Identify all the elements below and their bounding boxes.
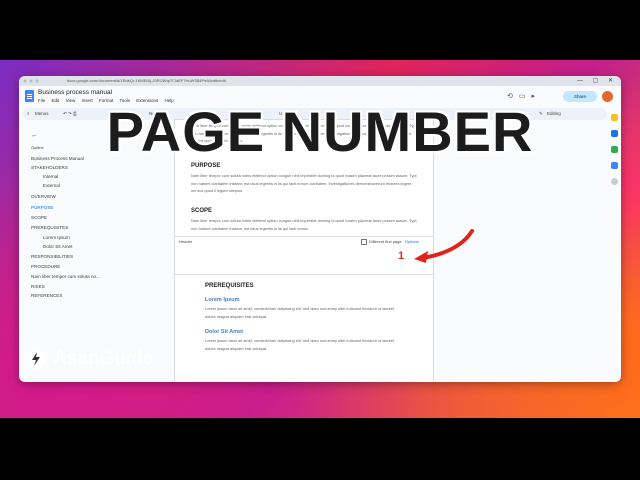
outline-item[interactable]: PURPOSE (31, 205, 53, 210)
outline-item[interactable]: Dolor Sit Amet (43, 244, 72, 249)
brand-logo-icon (26, 349, 46, 369)
purpose-paragraph: Nam liber tempor cum soluta nobis eleife… (191, 173, 417, 193)
window-controls[interactable]: — ▢ ✕ (577, 77, 617, 84)
page-number: 1 (398, 250, 405, 262)
outline-item[interactable]: RISKS (31, 284, 45, 289)
header-label: Header (179, 239, 193, 244)
address-bar[interactable]: docs.google.com/document/d/1RdkQr-1KMEfA… (67, 78, 226, 83)
outline-item[interactable]: SCOPE (31, 215, 47, 220)
add-on-icon[interactable] (611, 178, 618, 185)
lorem-paragraph: Lorem ipsum dolor sit amet, consectetuer… (205, 306, 395, 319)
outline-item[interactable]: OVERVIEW (31, 194, 56, 199)
different-first-page-label: Different first page (369, 239, 402, 245)
pointer-arrow-icon (414, 229, 474, 263)
subheading-dolor-sit-amet: Dolor Sit Amet (205, 329, 243, 335)
outline-item[interactable]: RESPONSIBILITIES (31, 254, 73, 259)
outline-item[interactable]: REFERENCES (31, 293, 62, 298)
heading-prerequisites: PREREQUISITES (205, 283, 254, 289)
header-bar: Header Different first page Options (175, 236, 433, 247)
dolor-paragraph: Lorem ipsum dolor sit amet, consectetuer… (205, 338, 395, 351)
outline-item[interactable]: PREREQUISITES (31, 225, 68, 230)
heading-scope: SCOPE (191, 208, 213, 214)
overlay-title: PAGE NUMBER (106, 100, 534, 163)
different-first-page-checkbox[interactable]: Different first page (361, 239, 402, 245)
document-page-2[interactable]: PREREQUISITES Lorem Ipsum Lorem ipsum do… (175, 275, 433, 382)
window-dots-icon (23, 79, 39, 83)
browser-chrome: docs.google.com/document/d/1RdkQr-1KMEfA… (19, 76, 621, 86)
outline-item[interactable]: External (43, 183, 60, 188)
checkbox-icon[interactable] (361, 239, 367, 245)
document-title[interactable]: Business process manual (38, 89, 112, 96)
outline-item[interactable]: PROCEDURE (31, 264, 60, 269)
outline-item[interactable]: STAKEHOLDERS (31, 165, 68, 170)
outline-item[interactable]: Lorem Ipsum (43, 235, 70, 240)
brand-name: AsapGuide (53, 348, 154, 369)
subheading-lorem-ipsum: Lorem Ipsum (205, 297, 240, 303)
outline-item[interactable]: Internal (43, 174, 58, 179)
scope-paragraph: Nam liber tempor cum soluta nobis eleife… (191, 218, 417, 231)
outline-item[interactable]: Nam liber tempor cum soluta no... (31, 274, 100, 279)
